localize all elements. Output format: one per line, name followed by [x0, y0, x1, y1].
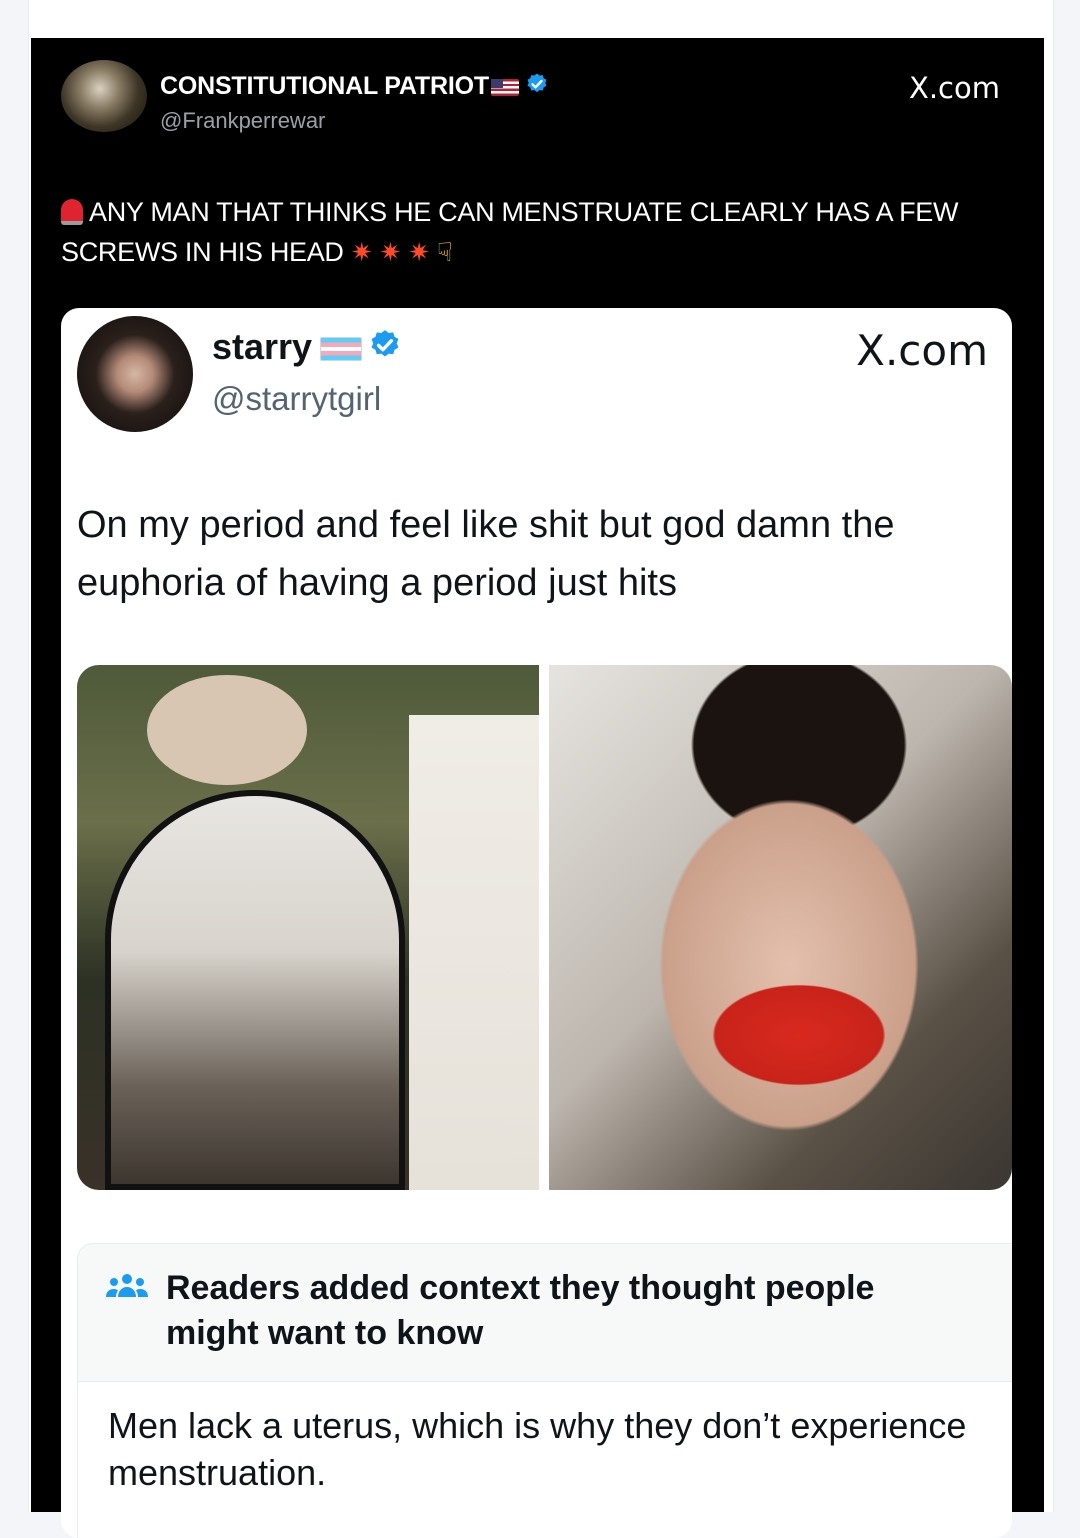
community-note[interactable]: Readers added context they thought peopl… — [77, 1243, 1012, 1538]
us-flag-icon — [490, 79, 519, 96]
outer-display-name[interactable]: CONSTITUTIONAL PATRIOT — [160, 72, 549, 103]
quoted-post-text: On my period and feel like shit but god … — [77, 504, 895, 604]
community-note-text: Men lack a uterus, which is why they don… — [108, 1405, 967, 1493]
community-note-header: Readers added context they thought peopl… — [78, 1244, 1012, 1382]
quoted-display-name[interactable]: starry — [212, 326, 402, 371]
mirror — [105, 790, 405, 1190]
community-note-title: Readers added context they thought peopl… — [166, 1269, 875, 1352]
outer-display-name-text: CONSTITUTIONAL PATRIOT — [160, 72, 489, 101]
outer-post-text: ANY MAN THAT THINKS HE CAN MENSTRUATE CL… — [61, 192, 1011, 272]
collision-icon: ✷ — [379, 237, 402, 267]
cat-painting — [147, 675, 307, 785]
community-note-body: Men lack a uterus, which is why they don… — [78, 1382, 1012, 1538]
quoted-display-name-text: starry — [212, 326, 313, 367]
wall-area — [409, 715, 539, 1190]
quoted-source-label: X.com — [856, 326, 988, 375]
outer-source-label: X.com — [908, 71, 1000, 105]
verified-badge-icon — [525, 72, 549, 103]
quoted-avatar[interactable] — [77, 316, 193, 432]
outer-post-card[interactable]: CONSTITUTIONAL PATRIOT @Frankperrewar X.… — [31, 38, 1044, 1538]
collision-icon: ✷ — [350, 237, 373, 267]
trans-flag-icon — [320, 337, 363, 362]
outer-post-text-content: ANY MAN THAT THINKS HE CAN MENSTRUATE CL… — [61, 197, 959, 267]
outer-avatar[interactable] — [61, 60, 147, 132]
quoted-handle[interactable]: @starrytgirl — [212, 380, 381, 418]
people-icon — [106, 1270, 148, 1311]
collision-icon: ✷ — [408, 237, 430, 267]
close-up-selfie-photo[interactable] — [549, 665, 1012, 1190]
siren-icon — [61, 199, 83, 225]
quoted-post-card[interactable]: starry @starrytgirl X.com On my period a… — [61, 308, 1012, 1538]
mirror-selfie-photo[interactable] — [77, 665, 539, 1190]
verified-badge-icon — [368, 328, 402, 371]
pointing-down-icon: ☟ — [436, 237, 453, 267]
outer-handle[interactable]: @Frankperrewar — [160, 108, 325, 134]
